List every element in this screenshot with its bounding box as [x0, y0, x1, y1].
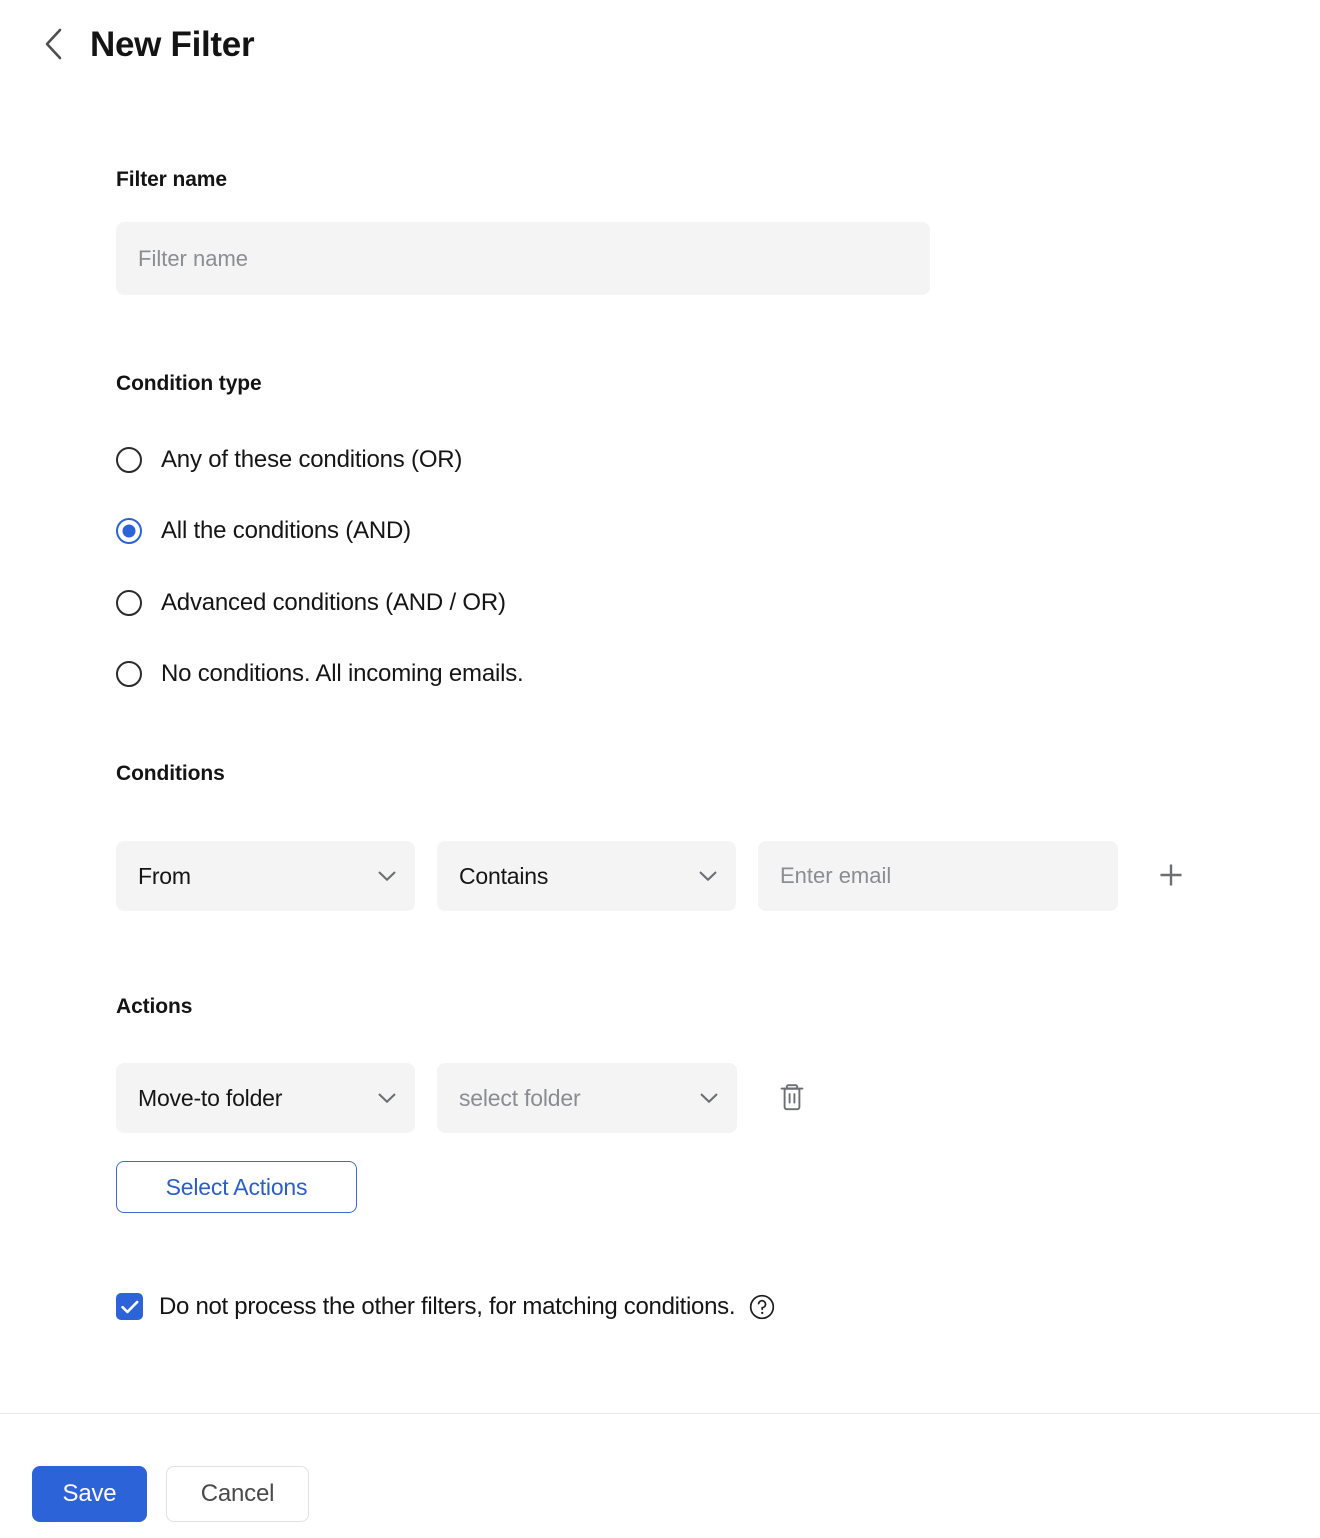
- chevron-down-icon: [698, 866, 718, 886]
- radio-option-advanced[interactable]: Advanced conditions (AND / OR): [116, 590, 506, 616]
- action-folder-select[interactable]: select folder: [437, 1063, 737, 1133]
- stop-processing-label: Do not process the other filters, for ma…: [159, 1292, 736, 1320]
- radio-mark: [116, 447, 142, 473]
- cancel-button[interactable]: Cancel: [166, 1466, 309, 1522]
- conditions-label: Conditions: [116, 762, 225, 785]
- action-type-value: Move-to folder: [138, 1084, 283, 1111]
- condition-value-input[interactable]: [758, 841, 1118, 911]
- delete-action-button[interactable]: [770, 1076, 814, 1120]
- condition-field-select[interactable]: From: [116, 841, 415, 911]
- action-folder-value: select folder: [459, 1084, 581, 1111]
- radio-label: All the conditions (AND): [161, 517, 411, 544]
- footer-actions: Save Cancel: [32, 1466, 309, 1522]
- save-button[interactable]: Save: [32, 1466, 147, 1522]
- page-header: New Filter: [36, 22, 255, 66]
- checkbox-checked[interactable]: [116, 1293, 143, 1320]
- trash-icon: [779, 1082, 805, 1115]
- radio-mark-selected: [116, 518, 142, 544]
- plus-icon: [1157, 861, 1185, 892]
- condition-operator-select[interactable]: Contains: [437, 841, 736, 911]
- select-actions-button[interactable]: Select Actions: [116, 1161, 357, 1213]
- radio-option-any-or[interactable]: Any of these conditions (OR): [116, 447, 462, 473]
- stop-processing-checkbox-row[interactable]: Do not process the other filters, for ma…: [116, 1293, 775, 1320]
- condition-operator-value: Contains: [459, 862, 549, 889]
- back-button[interactable]: [36, 22, 70, 66]
- radio-label: No conditions. All incoming emails.: [161, 660, 524, 687]
- page-title: New Filter: [90, 24, 255, 64]
- radio-option-no-conditions[interactable]: No conditions. All incoming emails.: [116, 661, 524, 687]
- footer-divider: [0, 1413, 1320, 1414]
- radio-option-all-and[interactable]: All the conditions (AND): [116, 518, 411, 544]
- chevron-down-icon: [699, 1088, 719, 1108]
- radio-label: Any of these conditions (OR): [161, 446, 463, 473]
- radio-label: Advanced conditions (AND / OR): [161, 589, 506, 616]
- chevron-down-icon: [377, 866, 397, 886]
- add-condition-button[interactable]: [1149, 854, 1193, 898]
- condition-type-label: Condition type: [116, 372, 262, 395]
- filter-name-label: Filter name: [116, 168, 227, 191]
- radio-mark: [116, 661, 142, 687]
- question-circle-icon[interactable]: [749, 1294, 775, 1320]
- action-type-select[interactable]: Move-to folder: [116, 1063, 415, 1133]
- chevron-down-icon: [377, 1088, 397, 1108]
- actions-label: Actions: [116, 995, 193, 1018]
- chevron-left-icon: [42, 27, 64, 61]
- condition-field-value: From: [138, 862, 191, 889]
- filter-name-input[interactable]: [116, 222, 930, 295]
- radio-mark: [116, 590, 142, 616]
